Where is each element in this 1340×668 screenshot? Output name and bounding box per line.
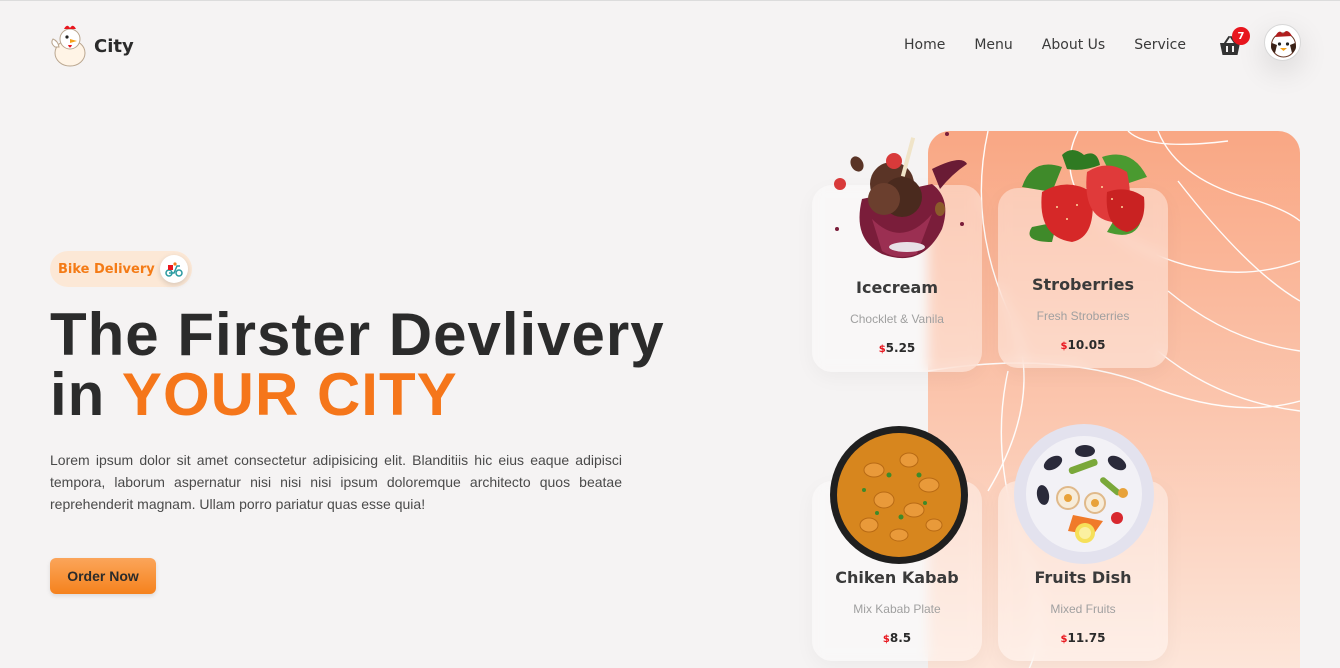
chicken-mascot-icon: [51, 25, 86, 67]
price-value: 5.25: [885, 341, 916, 355]
user-avatar[interactable]: [1264, 24, 1301, 61]
nav-home[interactable]: Home: [904, 37, 945, 53]
brand-logo[interactable]: City: [50, 23, 134, 69]
card-price: $8.5: [812, 631, 982, 645]
main-nav: Home Menu About Us Service: [904, 37, 1186, 53]
card-price: $11.75: [998, 631, 1168, 645]
card-title: Chiken Kabab: [835, 568, 959, 587]
order-now-button[interactable]: Order Now: [50, 558, 156, 594]
card-subtitle: Fresh Stroberries: [1036, 309, 1130, 323]
delivery-scooter-icon: [160, 255, 188, 283]
fruits-dish-image: [1014, 424, 1154, 564]
chicken-avatar-icon: [1271, 30, 1296, 58]
hero-description: Lorem ipsum dolor sit amet consectetur a…: [50, 452, 622, 512]
card-title: Fruits Dish: [1034, 568, 1132, 587]
headline-accent: YOUR CITY: [121, 361, 458, 428]
currency-symbol: $: [878, 344, 886, 355]
hero-headline: The Firster Devlivery in YOUR CITY: [50, 305, 665, 425]
headline-line2-prefix: in: [50, 361, 106, 428]
currency-symbol: $: [882, 634, 890, 645]
cart-count-badge: 7: [1232, 27, 1250, 45]
nav-menu[interactable]: Menu: [974, 37, 1012, 53]
card-price: $10.05: [998, 338, 1168, 352]
strawberries-image: [1022, 150, 1147, 242]
nav-about-us[interactable]: About Us: [1042, 37, 1105, 53]
card-subtitle: Mix Kabab Plate: [853, 602, 941, 616]
card-title: Icecream: [856, 278, 938, 297]
card-subtitle: Mixed Fruits: [1050, 602, 1116, 616]
card-subtitle: Chocklet & Vanila: [850, 312, 944, 326]
headline-line1: The Firster Devlivery: [50, 301, 665, 368]
price-value: 11.75: [1067, 631, 1106, 645]
currency-symbol: $: [1060, 341, 1068, 352]
card-price: $5.25: [812, 341, 982, 355]
pill-label: Bike Delivery: [58, 261, 155, 277]
price-value: 8.5: [889, 631, 912, 645]
brand-name: City: [94, 35, 134, 57]
currency-symbol: $: [1060, 634, 1068, 645]
card-title: Stroberries: [1032, 275, 1134, 294]
nav-service[interactable]: Service: [1134, 37, 1186, 53]
bike-delivery-pill: Bike Delivery: [50, 251, 192, 287]
chicken-kabab-image: [830, 426, 968, 564]
price-value: 10.05: [1067, 338, 1106, 352]
icecream-image: [834, 132, 967, 259]
